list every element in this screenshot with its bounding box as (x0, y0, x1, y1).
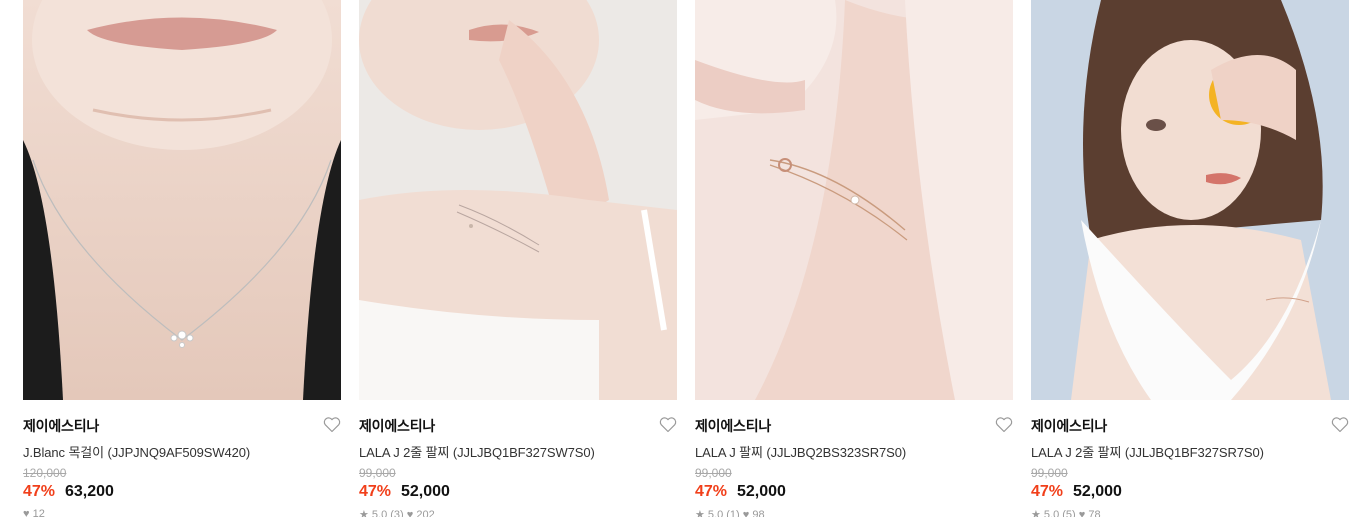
brand-name[interactable]: 제이에스티나 (695, 416, 771, 436)
product-image[interactable] (23, 0, 341, 400)
discount-rate: 47% (695, 483, 728, 500)
product-name[interactable]: J.Blanc 목걸이 (JJPJNQ9AF509SW420) (23, 442, 250, 461)
product-meta: ★ 5.0 (3) ♥ 202 (359, 509, 435, 517)
discount-rate: 47% (359, 483, 392, 500)
sale-price: 52,000 (737, 483, 786, 500)
product-image[interactable] (1031, 0, 1349, 400)
brand-name[interactable]: 제이에스티나 (1031, 416, 1107, 436)
original-price: 120,000 (23, 466, 67, 480)
product-grid: 제이에스티나 J.Blanc 목걸이 (JJPJNQ9AF509SW420) 1… (0, 0, 1362, 517)
product-name[interactable]: LALA J 팔찌 (JJLJBQ2BS323SR7S0) (695, 442, 906, 461)
heart-outline-icon[interactable] (659, 416, 677, 433)
product-card[interactable]: 제이에스티나 J.Blanc 목걸이 (JJPJNQ9AF509SW420) 1… (23, 0, 341, 517)
heart-outline-icon[interactable] (1331, 416, 1349, 433)
product-name[interactable]: LALA J 2줄 팔찌 (JJLJBQ1BF327SW7S0) (359, 442, 595, 461)
original-price: 99,000 (359, 466, 396, 480)
product-card[interactable]: 제이에스티나 LALA J 팔찌 (JJLJBQ2BS323SR7S0) 99,… (695, 0, 1013, 517)
heart-outline-icon[interactable] (995, 416, 1013, 433)
sale-price: 52,000 (1073, 483, 1122, 500)
original-price: 99,000 (1031, 466, 1068, 480)
product-meta: ♥ 12 (23, 508, 45, 517)
sale-price: 52,000 (401, 483, 450, 500)
product-image[interactable] (695, 0, 1013, 400)
heart-outline-icon[interactable] (323, 416, 341, 433)
discount-rate: 47% (1031, 483, 1064, 500)
discount-rate: 47% (23, 483, 56, 500)
product-card[interactable]: 제이에스티나 LALA J 2줄 팔찌 (JJLJBQ1BF327SR7S0) … (1031, 0, 1349, 517)
product-name[interactable]: LALA J 2줄 팔찌 (JJLJBQ1BF327SR7S0) (1031, 442, 1264, 461)
product-meta: ★ 5.0 (1) ♥ 98 (695, 509, 765, 517)
product-image[interactable] (359, 0, 677, 400)
product-card[interactable]: 제이에스티나 LALA J 2줄 팔찌 (JJLJBQ1BF327SW7S0) … (359, 0, 677, 517)
product-meta: ★ 5.0 (5) ♥ 78 (1031, 509, 1101, 517)
original-price: 99,000 (695, 466, 732, 480)
sale-price: 63,200 (65, 483, 114, 500)
brand-name[interactable]: 제이에스티나 (23, 416, 99, 436)
brand-name[interactable]: 제이에스티나 (359, 416, 435, 436)
